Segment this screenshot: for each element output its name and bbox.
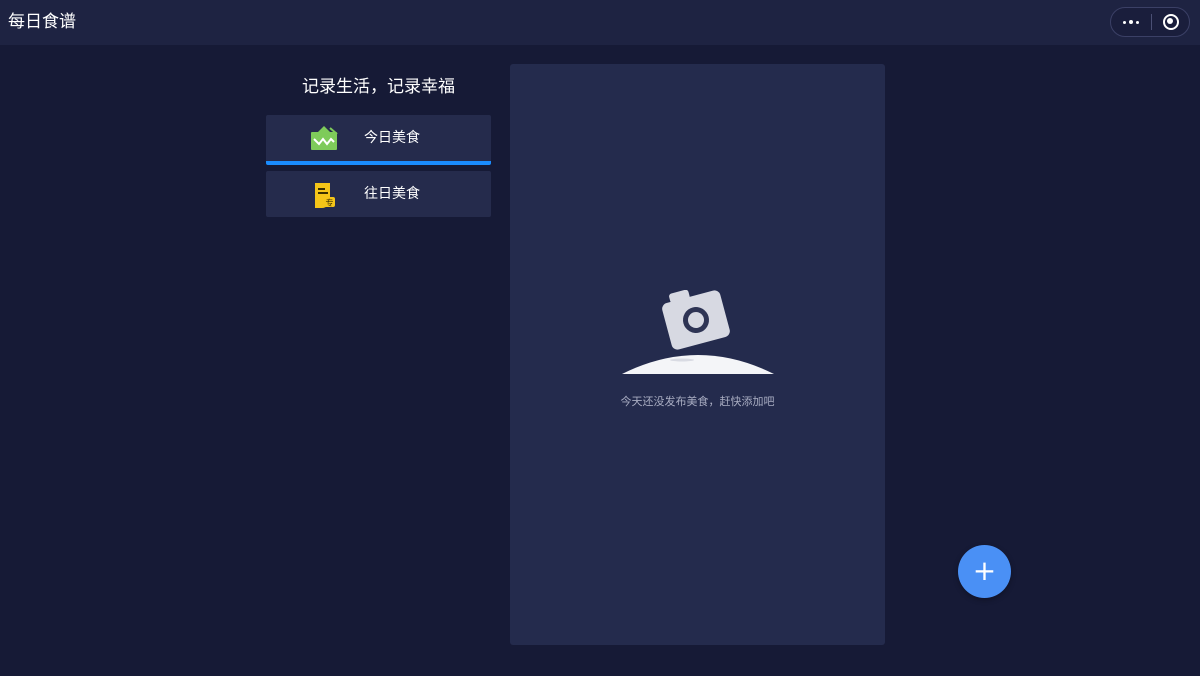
add-icon: + — [972, 554, 997, 587]
add-food-button[interactable]: + — [958, 545, 1011, 598]
title-bar: 每日食谱 — [0, 0, 1200, 45]
empty-state-text: 今天还没发布美食，赶快添加吧 — [620, 395, 775, 408]
history-food-icon: 专 — [315, 183, 335, 208]
more-dots-icon[interactable] — [1111, 8, 1151, 36]
app-title: 每日食谱 — [8, 12, 76, 32]
content-panel: 今天还没发布美食，赶快添加吧 — [510, 64, 885, 645]
nav-item-today[interactable]: 今日美食 — [266, 115, 491, 165]
slogan: 记录生活，记录幸福 — [302, 77, 455, 97]
mini-program-capsule — [1110, 7, 1190, 37]
target-close-icon[interactable] — [1152, 8, 1190, 36]
nav-item-history[interactable]: 专 往日美食 — [266, 171, 491, 217]
svg-text:专: 专 — [326, 198, 334, 208]
today-food-icon — [311, 126, 338, 150]
camera-icon — [622, 290, 774, 374]
nav-item-history-label: 往日美食 — [364, 186, 420, 202]
nav-item-today-label: 今日美食 — [364, 130, 420, 146]
